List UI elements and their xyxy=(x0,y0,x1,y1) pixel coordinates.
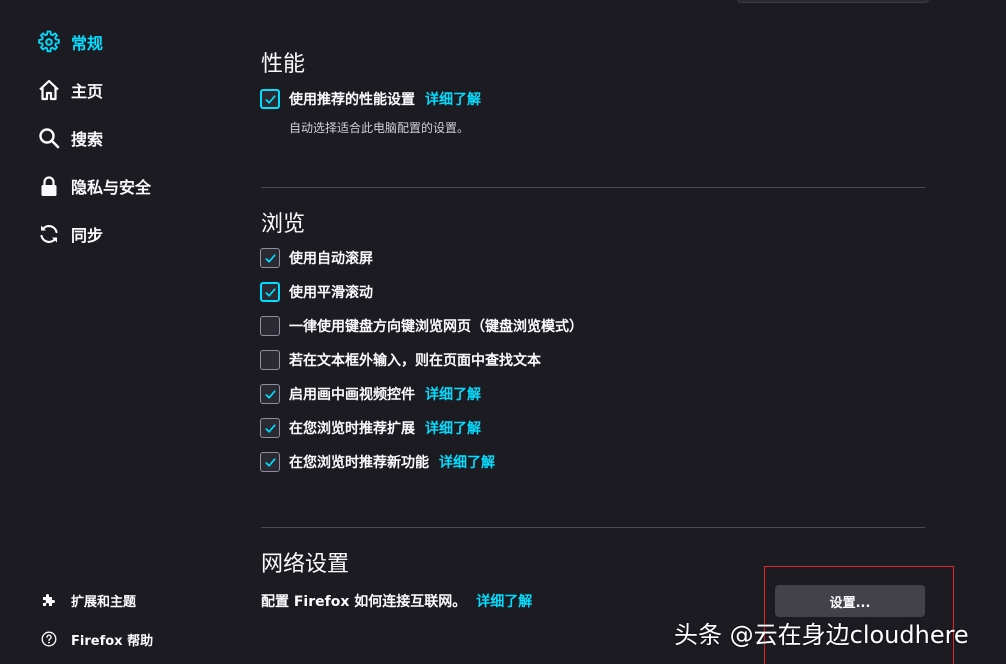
network-title: 网络设置 xyxy=(261,552,350,577)
autoscroll-checkbox[interactable] xyxy=(260,248,280,268)
option-label: 启用画中画视频控件 xyxy=(289,387,415,403)
sync-icon xyxy=(36,221,62,247)
sidebar-item-label: 搜索 xyxy=(71,130,104,149)
option-label: 在您浏览时推荐新功能 xyxy=(289,455,429,471)
watermark: 头条 @云在身边cloudhere xyxy=(674,621,969,649)
performance-description: 自动选择适合此电脑配置的设置。 xyxy=(289,121,470,135)
option-label: 使用推荐的性能设置 xyxy=(289,92,415,108)
learn-more-link[interactable]: 详细了解 xyxy=(425,89,481,109)
smooth-scroll-checkbox[interactable] xyxy=(260,282,280,302)
recommended-performance-checkbox[interactable] xyxy=(260,89,280,109)
option-label: 在您浏览时推荐扩展 xyxy=(289,421,415,437)
option-label: 使用平滑滚动 xyxy=(289,285,373,301)
sidebar-item-label: 常规 xyxy=(71,34,104,53)
learn-more-link[interactable]: 详细了解 xyxy=(476,591,532,611)
preferences-page: 常规 主页 搜索 隐私与安全 同步 扩展和主题 Firefox 帮助 性能 使用… xyxy=(0,0,1006,664)
option-label: 使用自动滚屏 xyxy=(289,251,373,267)
recommend-extensions-checkbox[interactable] xyxy=(260,418,280,438)
recommend-extensions-option: 在您浏览时推荐扩展 详细了解 xyxy=(260,416,481,440)
search-text-typing-option: 若在文本框外输入，则在页面中查找文本 xyxy=(260,348,541,372)
sidebar-item-privacy[interactable]: 隐私与安全 xyxy=(36,171,151,201)
learn-more-link[interactable]: 详细了解 xyxy=(425,384,481,404)
home-icon xyxy=(36,77,62,103)
smooth-scroll-option: 使用平滑滚动 xyxy=(260,280,373,304)
autoscroll-option: 使用自动滚屏 xyxy=(260,246,373,270)
search-icon xyxy=(36,125,62,151)
sidebar-item-sync[interactable]: 同步 xyxy=(36,219,103,249)
sidebar-item-search[interactable]: 搜索 xyxy=(36,123,103,153)
recommend-features-checkbox[interactable] xyxy=(260,452,280,472)
sidebar-item-label: 主页 xyxy=(71,82,104,101)
recommend-features-option: 在您浏览时推荐新功能 详细了解 xyxy=(260,450,495,474)
recommended-performance-option: 使用推荐的性能设置 详细了解 xyxy=(260,87,481,111)
sidebar-item-label: 扩展和主题 xyxy=(71,594,137,610)
sidebar-item-label: 同步 xyxy=(71,226,104,245)
learn-more-link[interactable]: 详细了解 xyxy=(439,452,495,472)
option-label: 若在文本框外输入，则在页面中查找文本 xyxy=(289,353,541,369)
sidebar-item-help[interactable]: Firefox 帮助 xyxy=(40,628,153,650)
option-label: 一律使用键盘方向键浏览网页（键盘浏览模式） xyxy=(289,319,583,335)
sidebar-item-label: 隐私与安全 xyxy=(71,178,152,197)
network-description-row: 配置 Firefox 如何连接互联网。 详细了解 xyxy=(261,589,532,613)
section-divider xyxy=(261,527,925,528)
performance-title: 性能 xyxy=(261,52,306,77)
network-description: 配置 Firefox 如何连接互联网。 xyxy=(261,594,467,610)
sidebar: 常规 主页 搜索 隐私与安全 同步 扩展和主题 Firefox 帮助 xyxy=(0,0,230,664)
gear-icon xyxy=(36,29,62,55)
find-in-settings-input[interactable] xyxy=(737,0,929,3)
help-icon xyxy=(40,630,58,648)
sidebar-item-general[interactable]: 常规 xyxy=(36,27,103,57)
sidebar-item-addons[interactable]: 扩展和主题 xyxy=(40,589,136,611)
pip-option: 启用画中画视频控件 详细了解 xyxy=(260,382,481,406)
puzzle-icon xyxy=(40,591,58,609)
sidebar-item-home[interactable]: 主页 xyxy=(36,75,103,105)
browsing-title: 浏览 xyxy=(261,212,306,237)
search-text-typing-checkbox[interactable] xyxy=(260,350,280,370)
caret-browsing-option: 一律使用键盘方向键浏览网页（键盘浏览模式） xyxy=(260,314,583,338)
pip-checkbox[interactable] xyxy=(260,384,280,404)
sidebar-item-label: Firefox 帮助 xyxy=(71,633,154,649)
section-divider xyxy=(261,187,925,188)
learn-more-link[interactable]: 详细了解 xyxy=(425,418,481,438)
lock-icon xyxy=(36,173,62,199)
caret-browsing-checkbox[interactable] xyxy=(260,316,280,336)
